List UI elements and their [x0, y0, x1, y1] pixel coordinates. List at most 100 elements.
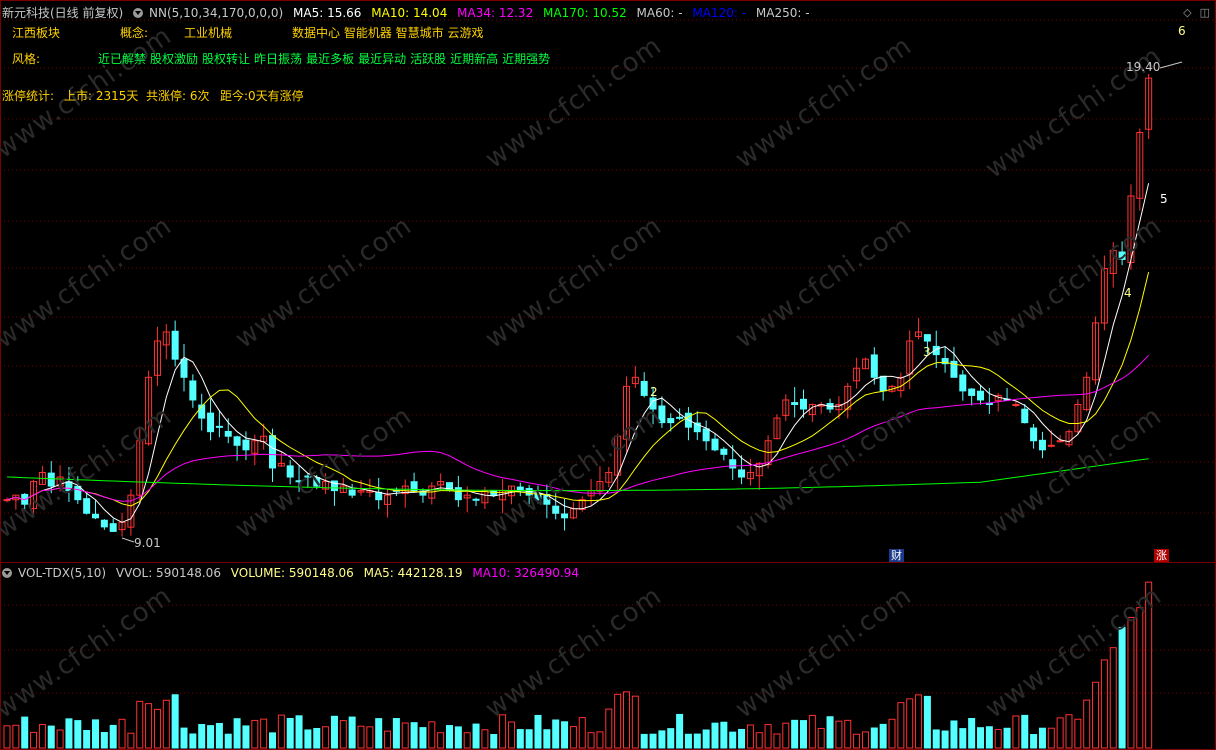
volume-bar [322, 726, 330, 749]
ma250-value: MA250: - [755, 6, 810, 20]
volume-bar [1127, 616, 1135, 749]
candle-body [879, 375, 887, 392]
style-item[interactable]: 近期新高 [450, 52, 498, 66]
candle-body [1038, 439, 1046, 451]
volume-bar [649, 733, 657, 749]
volume-bar [861, 731, 869, 749]
volume-bar [534, 714, 542, 749]
candle-body [711, 438, 719, 451]
volume-bar [1047, 727, 1055, 749]
kline-chart[interactable] [0, 0, 1216, 750]
volume-bar [215, 722, 223, 749]
volume-bar [180, 727, 188, 749]
volume-bar [1056, 717, 1064, 749]
candle-body [658, 405, 666, 424]
candle-body [1021, 408, 1029, 424]
volume-bar [295, 715, 303, 749]
volume-bar [357, 725, 365, 749]
style-item[interactable]: 昨日振荡 [254, 52, 302, 66]
concept-label: 概念: [120, 26, 149, 40]
volume-bar [384, 730, 392, 749]
volume-bar [1003, 727, 1011, 749]
candle-body [233, 436, 241, 446]
volume-bar [773, 733, 781, 749]
volume-bar [304, 729, 312, 749]
volume-bar [437, 732, 445, 749]
volume-bar [233, 718, 241, 749]
style-item[interactable]: 最近多板 [306, 52, 354, 66]
high-price-label: 19.40 [1126, 60, 1161, 74]
style-item[interactable]: 近已解禁 [98, 52, 146, 66]
volume-bar [145, 703, 153, 749]
candle-body [74, 485, 82, 501]
volume-bar [12, 724, 20, 749]
volume-bar [21, 716, 29, 749]
volume-bar [755, 732, 763, 749]
vol-indicator-name[interactable]: VOL-TDX(5,10) [18, 566, 106, 580]
volume-bar [348, 716, 356, 749]
candle-body [47, 472, 55, 487]
volume-bar [605, 708, 613, 749]
low-pointer [121, 537, 135, 543]
volume-bar [375, 718, 383, 749]
sector-label[interactable]: 江西板块 [12, 26, 60, 40]
indicator-name[interactable]: NN(5,10,34,170,0,0,0) [149, 6, 283, 20]
ma10-value: MA10: 14.04 [371, 6, 448, 20]
expand-icon[interactable]: ◫ [1200, 6, 1210, 19]
volume-bar [109, 724, 117, 749]
volume-bar [47, 725, 55, 749]
volume-bar [844, 719, 852, 749]
vol-menu-icon[interactable] [2, 568, 12, 578]
indicator-menu-icon[interactable] [133, 8, 144, 18]
concept-more[interactable]: 数据中心 智能机器 智慧城市 云游戏 [292, 26, 483, 40]
volume-bar [702, 729, 710, 749]
volume-bar [1145, 581, 1153, 749]
volume-bar [251, 719, 259, 749]
volume-bar [1083, 699, 1091, 749]
volume-bar [569, 726, 577, 749]
vol-ma5-value: MA5: 442128.19 [363, 566, 463, 580]
volume-bar [587, 732, 595, 749]
financial-report-badge[interactable]: 财 [889, 549, 904, 562]
vvol-value: VVOL: 590148.06 [115, 566, 221, 580]
style-item[interactable]: 最近异动 [358, 52, 406, 66]
volume-bar [561, 721, 569, 749]
volume-bar [994, 729, 1002, 749]
limit-count-3: 3 [923, 345, 931, 359]
volume-bar [490, 733, 498, 749]
candle-body [720, 448, 728, 455]
candle-body [348, 489, 356, 496]
candle-body [791, 402, 799, 405]
style-label: 风格: [12, 52, 41, 66]
style-item[interactable]: 股权激励 [150, 52, 198, 66]
days-since-limit: 距今:0天有涨停 [220, 89, 304, 103]
limit-up-badge[interactable]: 涨 [1154, 549, 1169, 562]
volume-bar [977, 727, 984, 749]
candle-body [242, 439, 250, 451]
ma34-value: MA34: 12.32 [457, 6, 534, 20]
volume-bar [684, 733, 692, 749]
candle-body [286, 465, 294, 478]
diamond-icon[interactable]: ◇ [1183, 6, 1191, 19]
vol-ma10-value: MA10: 326490.94 [472, 566, 579, 580]
volume-bar [720, 721, 728, 749]
style-item[interactable]: 股权转让 [202, 52, 250, 66]
candle-body [100, 519, 108, 528]
ma170-value: MA170: 10.52 [543, 6, 627, 20]
volume-bar [800, 720, 807, 749]
volume-bar [366, 726, 374, 749]
volume-bar [127, 732, 135, 749]
volume-bar [463, 732, 471, 749]
volume-bar [189, 733, 197, 749]
volume-bar [968, 717, 976, 749]
volume-bar [56, 729, 64, 749]
volume-bar [65, 718, 73, 749]
candle-body [729, 459, 737, 469]
volume-bar [83, 729, 91, 749]
concept-value[interactable]: 工业机械 [184, 26, 232, 40]
volume-bar [888, 718, 896, 749]
style-item[interactable]: 近期强势 [502, 52, 550, 66]
stock-title[interactable]: 新元科技(日线 前复权) [2, 6, 123, 20]
style-item[interactable]: 活跃股 [410, 52, 446, 66]
volume-bar [507, 721, 515, 749]
